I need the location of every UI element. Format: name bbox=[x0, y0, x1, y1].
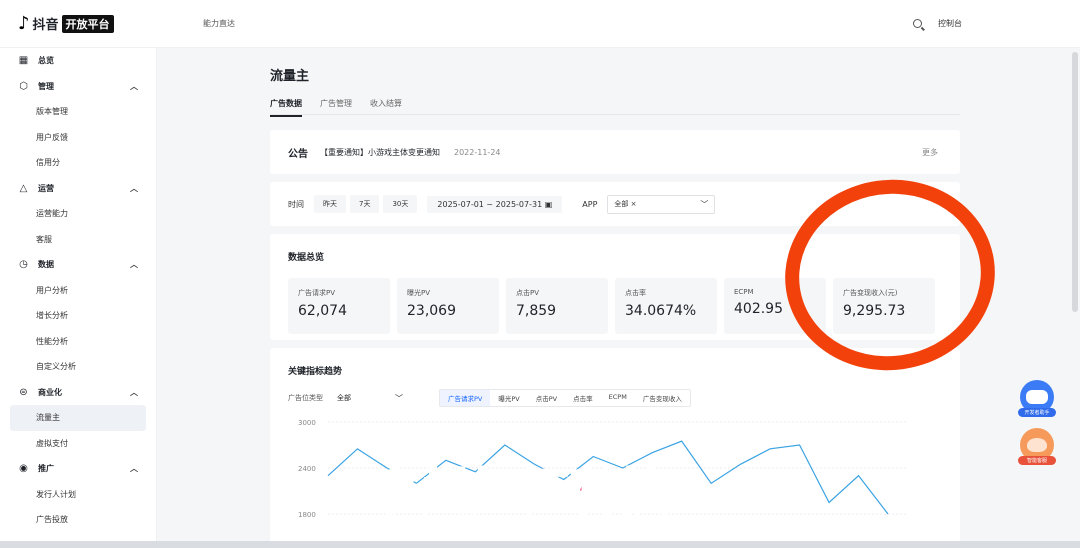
avatar-icon bbox=[1027, 438, 1047, 452]
coin-icon: ⊜ bbox=[19, 386, 28, 398]
sidebar-item-virtual-pay[interactable]: 虚拟支付 bbox=[0, 431, 156, 457]
metric-tabs: 广告请求PV 曝光PV 点击PV 点击率 ECPM 广告变现收入 bbox=[439, 389, 691, 407]
sidebar-item-ad-delivery[interactable]: 广告投放 bbox=[0, 507, 156, 533]
metric-tab-click[interactable]: 点击PV bbox=[528, 390, 565, 406]
logo[interactable]: ♪ 抖音 开放平台 bbox=[18, 13, 168, 34]
app-label: APP bbox=[582, 199, 598, 209]
metric-label: 曝光PV bbox=[407, 289, 431, 297]
y-tick-label: 1800 bbox=[298, 511, 316, 519]
watermark-text: 泰州如钰科技 bbox=[368, 463, 671, 522]
metric-tab-income[interactable]: 广告变现收入 bbox=[635, 390, 690, 406]
chevron-up-icon: ︿ bbox=[130, 183, 138, 193]
time-label: 时间 bbox=[288, 199, 304, 209]
position-label: 广告位类型 bbox=[288, 394, 323, 402]
sidebar-item-custom-analysis[interactable]: 自定义分析 bbox=[0, 354, 156, 380]
brand-name: 抖音 bbox=[32, 18, 59, 33]
metric-value: 7,859 bbox=[516, 303, 557, 319]
y-tick-label: 2400 bbox=[298, 465, 316, 473]
sidebar-group-label: 运营 bbox=[38, 183, 54, 193]
trend-title: 关键指标趋势 bbox=[288, 367, 343, 377]
metric-value: 34.0674% bbox=[625, 303, 697, 319]
quick-7days[interactable]: 7天 bbox=[350, 195, 380, 213]
metric-card: 点击PV 7,859 bbox=[506, 278, 608, 334]
position-select-value: 全部 bbox=[337, 394, 351, 402]
sidebar-item-credit[interactable]: 信用分 bbox=[0, 150, 156, 176]
calendar-icon: ▣ bbox=[544, 199, 553, 209]
notice-date: 2022-11-24 bbox=[454, 147, 501, 157]
sidebar-item-version[interactable]: 版本管理 bbox=[0, 99, 156, 125]
metric-tab-ctr[interactable]: 点击率 bbox=[565, 390, 601, 406]
notice-more-link[interactable]: 更多 bbox=[922, 147, 938, 158]
sidebar-item-ops-ability[interactable]: 运营能力 bbox=[0, 201, 156, 227]
douyin-note-icon: ♪ bbox=[18, 13, 30, 34]
chevron-up-icon: ︿ bbox=[130, 81, 138, 91]
sidebar-group-label: 管理 bbox=[38, 81, 54, 91]
metric-value: 62,074 bbox=[298, 303, 347, 319]
sidebar-item-user-analysis[interactable]: 用户分析 bbox=[0, 278, 156, 304]
top-right: 控制台 bbox=[913, 18, 962, 29]
metric-tab-request[interactable]: 广告请求PV bbox=[440, 390, 491, 406]
trend-controls: 广告位类型 全部 ﹀ 广告请求PV 曝光PV 点击PV 点击率 ECPM 广告变现… bbox=[288, 389, 942, 407]
sidebar-item-traffic-owner[interactable]: 流量主 bbox=[10, 405, 146, 431]
metric-card: 点击率 34.0674% bbox=[615, 278, 717, 334]
brand-tag: 开放平台 bbox=[61, 14, 114, 33]
chevron-up-icon: ︿ bbox=[130, 260, 138, 270]
sidebar-group-monetize[interactable]: ⊜ 商业化 ︿ bbox=[0, 380, 156, 406]
sidebar-item-publisher-plan[interactable]: 发行人计划 bbox=[0, 482, 156, 508]
sidebar-item-perf-analysis[interactable]: 性能分析 bbox=[0, 329, 156, 355]
shape-icon: △ bbox=[19, 182, 28, 194]
sidebar-group-overview[interactable]: ▦ 总览 bbox=[0, 48, 156, 74]
sidebar: ▦ 总览 ⬡ 管理 ︿ 版本管理 用户反馈 信用分 △ 运营 ︿ 运营能力 客服 ◷ 数据 ︿… bbox=[0, 48, 157, 548]
app-select[interactable]: 全部 × ﹀ bbox=[607, 194, 716, 214]
sidebar-item-service[interactable]: 客服 bbox=[0, 227, 156, 253]
bottom-strip bbox=[0, 541, 1080, 548]
notice-card: 公告 【重要通知】小游戏主体变更通知 2022-11-24 更多 bbox=[270, 130, 960, 174]
cube-icon: ⬡ bbox=[19, 80, 28, 92]
chevron-up-icon: ︿ bbox=[130, 387, 138, 397]
metric-label: 点击率 bbox=[625, 289, 646, 297]
metric-tab-ecpm[interactable]: ECPM bbox=[601, 390, 635, 406]
date-range-picker[interactable]: 2025-07-01 ~ 2025-07-31 ▣ bbox=[427, 195, 563, 213]
sidebar-item-feedback[interactable]: 用户反馈 bbox=[0, 125, 156, 151]
chevron-down-icon: ﹀ bbox=[700, 199, 709, 209]
clock-icon: ◷ bbox=[19, 259, 28, 271]
notice-label: 公告 bbox=[288, 148, 308, 160]
sidebar-group-label: 数据 bbox=[38, 260, 54, 270]
dev-helper-label: 开发者助手 bbox=[1018, 408, 1056, 417]
broadcast-icon: ◉ bbox=[19, 463, 28, 475]
chevron-up-icon: ︿ bbox=[130, 464, 138, 474]
tab-divider bbox=[270, 114, 960, 115]
metric-value: 23,069 bbox=[407, 303, 456, 319]
sidebar-item-growth-analysis[interactable]: 增长分析 bbox=[0, 303, 156, 329]
sidebar-group-data[interactable]: ◷ 数据 ︿ bbox=[0, 252, 156, 278]
sidebar-group-manage[interactable]: ⬡ 管理 ︿ bbox=[0, 74, 156, 100]
nav-ability[interactable]: 能力直达 bbox=[203, 18, 235, 29]
position-select[interactable]: 全部 ﹀ bbox=[331, 390, 407, 406]
scrollbar[interactable] bbox=[1072, 52, 1078, 312]
quick-30days[interactable]: 30天 bbox=[383, 195, 418, 213]
robot-icon bbox=[1026, 390, 1048, 404]
metric-label: 点击PV bbox=[516, 289, 540, 297]
quick-yesterday[interactable]: 昨天 bbox=[314, 195, 346, 213]
metric-label: 广告请求PV bbox=[298, 289, 336, 297]
top-bar: ♪ 抖音 开放平台 能力直达 控制台 bbox=[0, 0, 1080, 48]
grid-icon: ▦ bbox=[18, 55, 29, 67]
metric-card: 广告请求PV 62,074 bbox=[288, 278, 390, 334]
console-link[interactable]: 控制台 bbox=[938, 18, 962, 29]
app-select-value: 全部 × bbox=[614, 200, 637, 208]
sidebar-group-operation[interactable]: △ 运营 ︿ bbox=[0, 176, 156, 202]
search-icon[interactable] bbox=[913, 19, 922, 28]
sidebar-group-promotion[interactable]: ◉ 推广 ︿ bbox=[0, 456, 156, 482]
date-range-value: 2025-07-01 ~ 2025-07-31 bbox=[437, 199, 543, 209]
sidebar-group-label: 总览 bbox=[38, 56, 54, 66]
sidebar-group-label: 推广 bbox=[38, 464, 54, 474]
notice-link[interactable]: 【重要通知】小游戏主体变更通知 bbox=[320, 147, 440, 158]
y-tick-label: 3000 bbox=[298, 419, 316, 427]
metric-card: 曝光PV 23,069 bbox=[397, 278, 499, 334]
page-title: 流量主 bbox=[270, 69, 310, 84]
metric-tab-exposure[interactable]: 曝光PV bbox=[490, 390, 527, 406]
chevron-down-icon: ﹀ bbox=[395, 393, 403, 403]
helper-label: 智能客服 bbox=[1018, 456, 1056, 465]
sidebar-group-label: 商业化 bbox=[38, 387, 62, 397]
